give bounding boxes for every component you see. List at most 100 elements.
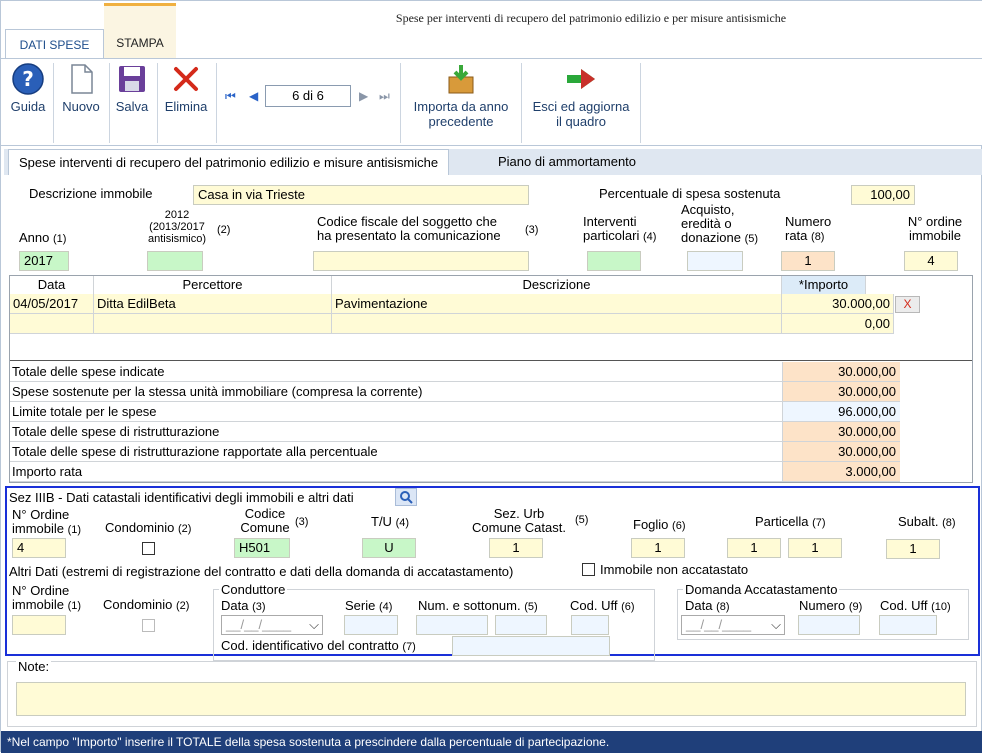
tu-label: T/U (4) [371, 514, 410, 530]
sub-tab-bar: Spese interventi di recupero del patrimo… [4, 149, 982, 175]
serie-label: Serie (4) [345, 598, 393, 614]
ordine-immobile-field[interactable]: 4 [904, 251, 958, 271]
nuovo-button[interactable]: Nuovo [57, 63, 105, 114]
record-position-field[interactable]: 6 di 6 [265, 85, 351, 107]
guida-button[interactable]: ? Guida [7, 63, 49, 114]
note-field[interactable] [16, 682, 966, 716]
nuovo-label: Nuovo [62, 99, 100, 114]
cell-percettore[interactable] [94, 314, 332, 334]
cell-descrizione[interactable]: Pavimentazione [332, 294, 782, 314]
anno-field[interactable]: 2017 [19, 251, 69, 271]
codice-comune-field[interactable]: H501 [234, 538, 290, 558]
dom-cod-uff-field[interactable] [879, 615, 937, 635]
col-percettore: Percettore [94, 276, 332, 294]
sottonumero-field[interactable] [495, 615, 547, 635]
dom-numero-label: Numero (9) [799, 598, 863, 614]
save-disk-icon [116, 63, 148, 95]
window-title: Spese per interventi di recupero del pat… [395, 11, 787, 25]
acquisto-field[interactable] [687, 251, 743, 271]
elimina-label: Elimina [164, 99, 208, 114]
ribbon-toolbar: ? Guida Nuovo Salva Elimina ⏮ ◀ 6 di 6 ▶… [1, 58, 982, 146]
esci-aggiorna-button[interactable]: Esci ed aggiorna il quadro [525, 63, 637, 129]
totale-spese-label: Totale delle spese indicate [10, 362, 782, 382]
new-document-icon [65, 63, 97, 95]
sez-ordine-field[interactable]: 4 [12, 538, 66, 558]
subalterno-label: Subalt. (8) [898, 514, 956, 530]
serie-field[interactable] [344, 615, 398, 635]
antisismico-field[interactable] [147, 251, 203, 271]
sez-urb-label: Sez. Urb Comune Catast. [472, 506, 566, 535]
cell-percettore[interactable]: Ditta EdilBeta [94, 294, 332, 314]
sez-condominio-checkbox[interactable] [142, 542, 155, 555]
cell-importo[interactable]: 0,00 [782, 314, 894, 334]
foglio-label: Foglio (6) [633, 517, 686, 533]
altri-ordine-field[interactable] [12, 615, 66, 635]
cell-importo[interactable]: 30.000,00 [782, 294, 894, 314]
help-icon: ? [12, 63, 44, 95]
importo-rata-label: Importo rata [10, 462, 782, 482]
cond-data-picker[interactable]: __/__/____ ⌵ [221, 615, 323, 635]
col-data: Data [10, 276, 94, 294]
percentuale-label: Percentuale di spesa sostenuta [599, 186, 781, 201]
spese-unita-value: 30.000,00 [782, 382, 900, 402]
chevron-down-icon: ⌵ [771, 617, 781, 632]
sez-urb-field[interactable]: 1 [489, 538, 543, 558]
codice-fiscale-field[interactable] [313, 251, 529, 271]
cod-identificativo-field[interactable] [452, 636, 610, 656]
first-record-icon[interactable]: ⏮ [225, 89, 236, 104]
particella-field-1[interactable]: 1 [727, 538, 781, 558]
non-accatastato-checkbox[interactable] [582, 563, 595, 576]
cell-data[interactable]: 04/05/2017 [10, 294, 94, 314]
last-record-icon[interactable]: ⏭ [379, 89, 390, 104]
altri-ordine-label: N° Ordine immobile (1) [12, 583, 82, 613]
codice-fiscale-label: Codice fiscale del soggetto che ha presen… [317, 214, 501, 243]
limite-totale-value: 96.000,00 [782, 402, 900, 422]
interventi-field[interactable] [587, 251, 641, 271]
tab-spese-interventi[interactable]: Spese interventi di recupero del patrimo… [8, 149, 450, 175]
tab-dati-spese[interactable]: DATI SPESE [5, 29, 104, 59]
spese-unita-label: Spese sostenute per la stessa unità immo… [10, 382, 782, 402]
magnifier-icon [400, 491, 413, 504]
percentuale-field[interactable]: 100,00 [851, 185, 915, 205]
limite-totale-label: Limite totale per le spese [10, 402, 782, 422]
sez-iiib-panel: Sez IIIB - Dati catastali identificativi… [5, 486, 980, 661]
importa-label-2: precedente [428, 114, 494, 129]
prev-record-icon[interactable]: ◀ [249, 89, 258, 103]
cod-uff-field[interactable] [571, 615, 609, 635]
elimina-button[interactable]: Elimina [161, 63, 211, 114]
tab-stampa[interactable]: STAMPA [104, 3, 176, 59]
tu-field[interactable]: U [362, 538, 416, 558]
delete-row-button[interactable]: X [895, 296, 920, 313]
numero-rata-field[interactable]: 1 [781, 251, 835, 271]
codice-comune-label: Codice Comune [240, 506, 290, 535]
cell-descrizione[interactable] [332, 314, 782, 334]
dom-numero-field[interactable] [798, 615, 860, 635]
totale-percentuale-label: Totale delle spese di ristrutturazione r… [10, 442, 782, 462]
cell-data[interactable] [10, 314, 94, 334]
particella-label: Particella (7) [755, 514, 826, 530]
codice-fiscale-number: (3) [525, 224, 539, 236]
totale-spese-value: 30.000,00 [782, 362, 900, 382]
importa-button[interactable]: Importa da anno precedente [405, 63, 517, 129]
next-record-icon[interactable]: ▶ [359, 89, 368, 103]
importo-rata-value: 3.000,00 [782, 462, 900, 482]
tab-piano-ammortamento[interactable]: Piano di ammortamento [488, 149, 646, 175]
anno-label: Anno (1) [19, 230, 67, 246]
salva-button[interactable]: Salva [111, 63, 153, 114]
note-group: Note: [7, 659, 977, 727]
particella-field-2[interactable]: 1 [788, 538, 842, 558]
totale-ristrutturazione-label: Totale delle spese di ristrutturazione [10, 422, 782, 442]
altri-condominio-label: Condominio (2) [103, 597, 190, 613]
subalterno-field[interactable]: 1 [886, 539, 940, 559]
importa-label-1: Importa da anno [413, 99, 509, 114]
antisismico-label: 2012 (2013/2017 antisismico) [147, 209, 207, 245]
acquisto-label: Acquisto, eredità o donazione (5) [681, 202, 759, 246]
altri-condominio-checkbox[interactable] [142, 619, 155, 632]
descrizione-field[interactable]: Casa in via Trieste [193, 185, 529, 205]
numero-field[interactable] [416, 615, 488, 635]
non-accatastato-label: Immobile non accatastato [600, 562, 749, 577]
dom-data-picker[interactable]: __/__/____ ⌵ [681, 615, 785, 635]
col-importo: *Importo [782, 276, 866, 294]
search-catasto-button[interactable] [395, 488, 417, 506]
foglio-field[interactable]: 1 [631, 538, 685, 558]
